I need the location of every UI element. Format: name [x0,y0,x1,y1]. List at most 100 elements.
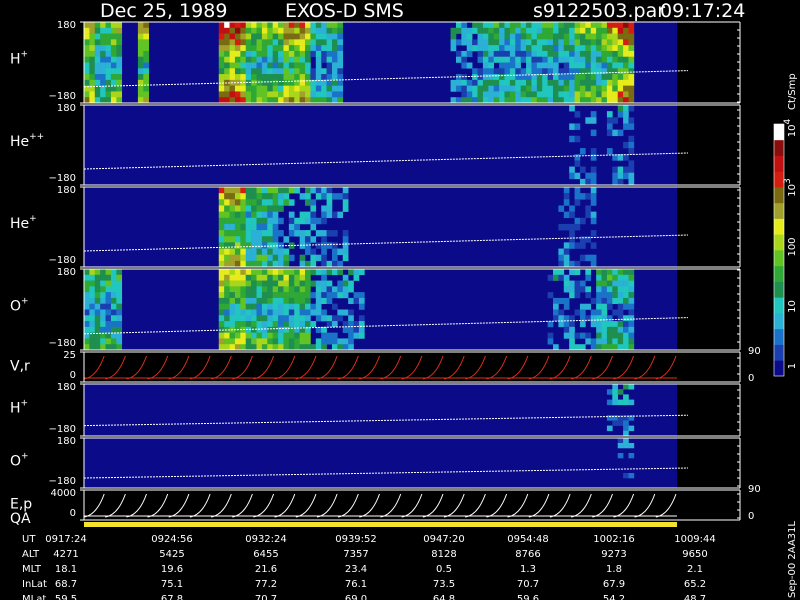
heatmap-cell [261,338,268,345]
heatmap-cell [563,326,570,333]
heatmap-cell [256,79,263,86]
heatmap-cell [579,303,586,310]
heatmap-cell [218,248,225,255]
heatmap-cell [542,91,548,98]
heatmap-cell [617,22,624,29]
heatmap-cell [299,27,306,34]
heatmap-cell [628,297,635,305]
heatmap-cell [218,303,225,310]
heatmap-cell [294,50,300,58]
heatmap-cell [224,292,230,299]
heatmap-cell [617,326,624,333]
heatmap-cell [585,274,592,281]
heatmap-cell [326,205,333,212]
heatmap-cell [305,242,311,249]
panel-h_plus_2: H+180−180 [10,382,741,437]
heatmap-cell [299,91,306,98]
heatmap-cell [110,22,117,29]
heatmap-cell [110,27,117,34]
heatmap-cell [623,286,629,293]
heatmap-cell [256,56,263,63]
heatmap-cell [310,223,317,231]
heatmap-cell [536,97,543,104]
heatmap-cell [623,338,629,345]
heatmap-cell [305,332,311,339]
heatmap-cell [116,274,123,281]
heatmap-cell [342,286,349,293]
heatmap-cell [224,193,230,200]
heatmap-cell [606,129,613,137]
heatmap-cell [299,56,306,63]
heatmap-cell [251,242,257,249]
heatmap-cell [256,187,263,194]
heatmap-cell [536,50,543,58]
heatmap-cell [612,332,618,339]
heatmap-cell [116,33,123,40]
heatmap-cell [606,33,613,40]
heatmap-cell [100,22,106,29]
heatmap-cell [353,269,360,276]
heatmap-cell [342,309,349,316]
heatmap-cell [283,338,290,345]
heatmap-cell [623,443,629,449]
heatmap-cell [137,62,144,69]
heatmap-cell [234,254,241,262]
heatmap-cell [321,22,327,29]
heatmap-cell [628,292,635,299]
heatmap-cell [520,79,527,86]
heatmap-cell [590,129,597,137]
heatmap-cell [569,27,575,34]
heatmap-cell [278,260,284,268]
heatmap-cell [299,236,306,243]
heatmap-cell [218,62,225,69]
heatmap-cell [288,68,295,75]
heatmap-cell [342,344,349,351]
heatmap-cell [488,91,495,98]
heatmap-cell [256,269,263,276]
heatmap-cell [558,45,565,52]
heatmap-cell [272,297,279,305]
heatmap-cell [558,74,565,81]
heatmap-cell [256,315,263,322]
heatmap-cell [267,344,273,351]
heatmap-cell [606,269,613,276]
heatmap-cell [240,45,247,52]
heatmap-cell [310,50,317,58]
heatmap-cell [585,91,592,98]
heatmap-cell [574,344,581,351]
heatmap-cell [331,62,338,69]
heatmap-cell [628,384,635,390]
heatmap-cell [299,193,306,200]
heatmap-cell [606,27,613,34]
table-cell: 75.1 [161,579,183,590]
heatmap-cell [337,292,344,299]
heatmap-cell [617,39,624,46]
heatmap-cell [234,286,241,293]
heatmap-cell [261,321,268,328]
heatmap-cell [234,205,241,212]
heatmap-cell [450,27,457,34]
heatmap-cell [574,223,581,231]
heatmap-cell [553,45,559,52]
heatmap-cell [240,332,247,339]
heatmap-cell [288,187,295,194]
heatmap-cell [601,50,608,58]
heatmap-cell [337,315,344,322]
heatmap-cell [234,280,241,287]
heatmap-cell [353,297,360,305]
heatmap-cell [337,45,344,52]
heatmap-cell [520,45,527,52]
heatmap-cell [240,187,247,194]
heatmap-cell [272,230,279,237]
heatmap-cell [574,62,581,69]
heatmap-cell [229,286,236,293]
heatmap-cell [623,438,629,444]
heatmap-cell [229,211,236,219]
heatmap-cell [110,74,117,81]
heatmap-cell [116,50,123,58]
heatmap-cell [256,230,263,237]
heatmap-cell [585,332,592,339]
heatmap-cell [466,62,473,69]
heatmap-cell [326,297,333,305]
heatmap-cell [617,68,624,75]
